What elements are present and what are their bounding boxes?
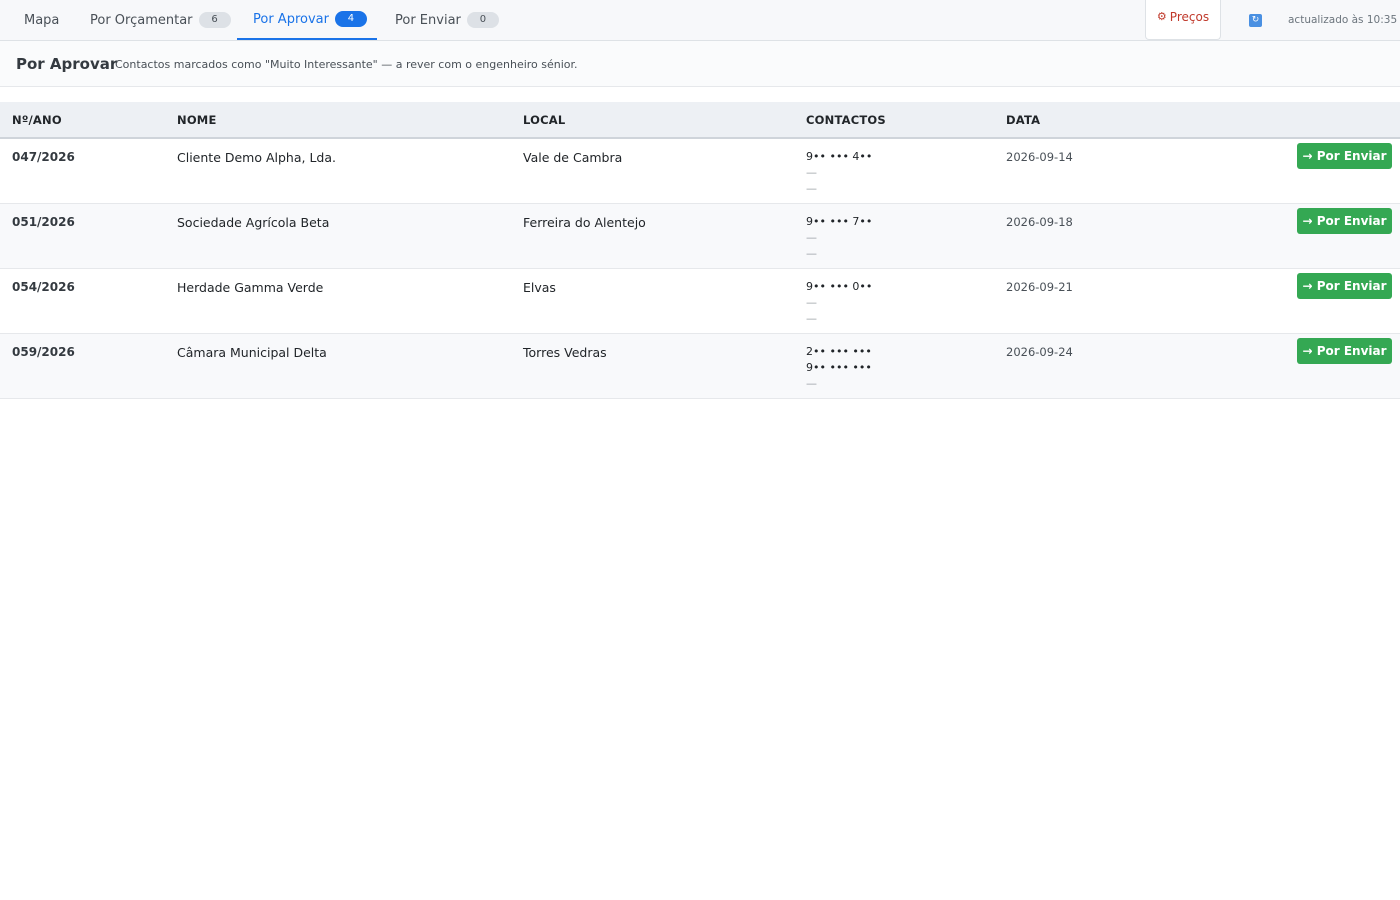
move-to-por-enviar-button[interactable]: → Por Enviar (1297, 208, 1392, 234)
contact-phone: 9•• ••• ••• (806, 361, 872, 374)
row-num: 059/2026 (12, 345, 75, 359)
contact-phone: 9•• ••• 7•• (806, 215, 873, 228)
row-local: Ferreira do Alentejo (523, 215, 646, 230)
contact-empty: — (806, 231, 817, 244)
row-contacts: 9•• ••• 7•• — — (806, 214, 872, 262)
tab-por-aprovar[interactable]: Por Aprovar 4 (237, 0, 377, 40)
row-local: Torres Vedras (523, 345, 607, 360)
row-data: 2026-09-21 (1006, 280, 1073, 294)
precos-label: Preços (1169, 10, 1210, 24)
column-header-nome[interactable]: NOME (177, 113, 217, 127)
approval-table: Nº/ANO NOME LOCAL CONTACTOS DATA 047/202… (0, 102, 1400, 399)
row-num: 054/2026 (12, 280, 75, 294)
row-data: 2026-09-24 (1006, 345, 1073, 359)
contact-empty: — (806, 377, 817, 390)
tab-count-badge: 6 (198, 12, 231, 28)
tab-mapa[interactable]: Mapa (24, 0, 59, 40)
row-num: 047/2026 (12, 150, 75, 164)
tab-por-orcamentar[interactable]: Por Orçamentar 6 (90, 0, 231, 40)
table-row: 054/2026 Herdade Gamma Verde Elvas 9•• •… (0, 269, 1400, 334)
contact-phone: 9•• ••• 0•• (806, 280, 873, 293)
tab-por-enviar[interactable]: Por Enviar 0 (395, 0, 499, 40)
row-local: Elvas (523, 280, 556, 295)
row-contacts: 2•• ••• ••• 9•• ••• ••• — (806, 344, 872, 392)
contact-empty: — (806, 312, 817, 325)
precos-button[interactable]: ⚙ Preços (1145, 0, 1221, 40)
page-description: Contactos marcados como "Muito Interessa… (115, 58, 578, 71)
contact-phone: 2•• ••• ••• (806, 345, 872, 358)
contact-empty: — (806, 247, 817, 260)
column-header-contactos[interactable]: CONTACTOS (806, 113, 886, 127)
column-header-num[interactable]: Nº/ANO (12, 113, 62, 127)
contact-empty: — (806, 182, 817, 195)
table-row: 051/2026 Sociedade Agrícola Beta Ferreir… (0, 204, 1400, 269)
top-nav: Mapa Por Orçamentar 6 Por Aprovar 4 Por … (0, 0, 1400, 41)
page-title: Por Aprovar (16, 55, 118, 73)
move-to-por-enviar-button[interactable]: → Por Enviar (1297, 273, 1392, 299)
column-header-data[interactable]: DATA (1006, 113, 1040, 127)
column-header-local[interactable]: LOCAL (523, 113, 565, 127)
section-header: Por Aprovar Contactos marcados como "Mui… (0, 41, 1400, 87)
row-nome: Cliente Demo Alpha, Lda. (177, 150, 336, 165)
row-data: 2026-09-14 (1006, 150, 1073, 164)
move-to-por-enviar-button[interactable]: → Por Enviar (1297, 143, 1392, 169)
table-header: Nº/ANO NOME LOCAL CONTACTOS DATA (0, 102, 1400, 139)
gear-icon: ⚙ (1156, 10, 1167, 23)
refresh-icon[interactable]: ↻ (1249, 14, 1262, 27)
table-row: 059/2026 Câmara Municipal Delta Torres V… (0, 334, 1400, 399)
tab-label: Por Orçamentar (90, 12, 193, 28)
row-contacts: 9•• ••• 4•• — — (806, 149, 872, 197)
row-num: 051/2026 (12, 215, 75, 229)
last-updated-text: actualizado às 10:35 (1288, 14, 1398, 26)
move-to-por-enviar-button[interactable]: → Por Enviar (1297, 338, 1392, 364)
row-local: Vale de Cambra (523, 150, 623, 165)
contact-empty: — (806, 296, 817, 309)
tab-label: Mapa (24, 12, 60, 28)
tab-label: Por Aprovar (253, 11, 329, 27)
row-contacts: 9•• ••• 0•• — — (806, 279, 872, 327)
tab-count-badge: 0 (466, 12, 499, 28)
row-nome: Câmara Municipal Delta (177, 345, 327, 360)
contact-phone: 9•• ••• 4•• (806, 150, 873, 163)
row-nome: Sociedade Agrícola Beta (177, 215, 330, 230)
row-nome: Herdade Gamma Verde (177, 280, 324, 295)
tab-count-badge: 4 (334, 11, 367, 27)
contact-empty: — (806, 166, 817, 179)
row-data: 2026-09-18 (1006, 215, 1073, 229)
table-row: 047/2026 Cliente Demo Alpha, Lda. Vale d… (0, 139, 1400, 204)
tab-label: Por Enviar (395, 12, 461, 28)
